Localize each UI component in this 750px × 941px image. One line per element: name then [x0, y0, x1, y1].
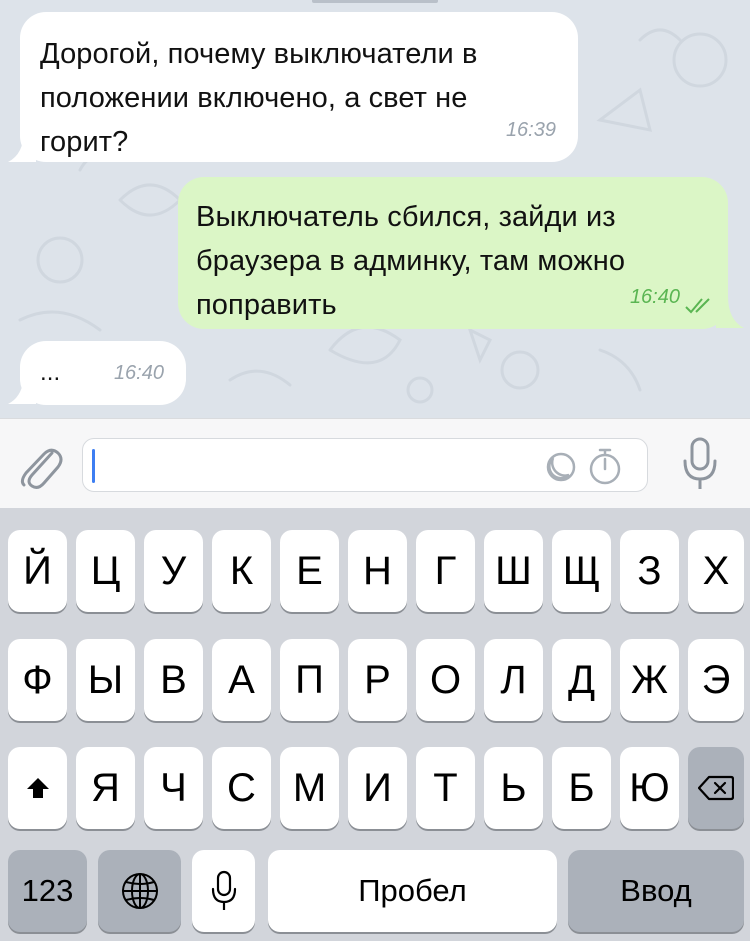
bubble-tail [716, 296, 744, 328]
shift-key[interactable] [8, 747, 67, 829]
message-incoming[interactable]: Дорогой, почему выключатели в положении … [20, 12, 578, 162]
key[interactable]: С [212, 747, 271, 829]
stopwatch-icon[interactable] [588, 447, 622, 485]
key[interactable]: И [348, 747, 407, 829]
dictation-key[interactable] [192, 850, 255, 932]
microphone-icon [211, 870, 236, 910]
key[interactable]: Н [348, 530, 407, 612]
backspace-icon [698, 775, 734, 801]
message-outgoing[interactable]: Выключатель сбился, зайди из браузера в … [178, 177, 728, 329]
key[interactable]: Й [8, 530, 67, 612]
key[interactable]: Ы [76, 639, 135, 721]
bubble-tail [8, 130, 36, 162]
text-caret [92, 449, 95, 483]
key[interactable]: П [280, 639, 339, 721]
chat-area[interactable]: Дорогой, почему выключатели в положении … [0, 0, 750, 418]
key[interactable]: Ц [76, 530, 135, 612]
message-time: 16:40 [629, 286, 680, 308]
key[interactable]: Ь [484, 747, 543, 829]
space-key[interactable]: Пробел [268, 850, 557, 932]
bubble-tail [8, 372, 36, 404]
key[interactable]: Б [552, 747, 611, 829]
numbers-key[interactable]: 123 [8, 850, 87, 932]
key[interactable]: А [212, 639, 271, 721]
key[interactable]: Д [552, 639, 611, 721]
microphone-icon[interactable] [682, 435, 718, 493]
key[interactable]: Э [688, 639, 744, 721]
key[interactable]: Ж [620, 639, 679, 721]
read-checkmarks-icon [685, 298, 710, 314]
key[interactable]: В [144, 639, 203, 721]
globe-key[interactable] [98, 850, 181, 932]
shift-arrow-icon [26, 778, 49, 798]
delete-key[interactable] [688, 747, 744, 829]
return-key[interactable]: Ввод [568, 850, 744, 932]
paperclip-icon[interactable] [18, 439, 64, 491]
key[interactable]: Я [76, 747, 135, 829]
message-input[interactable] [101, 447, 525, 485]
key[interactable]: У [144, 530, 203, 612]
key[interactable]: К [212, 530, 271, 612]
message-text: Дорогой, почему выключатели в положении … [40, 38, 478, 158]
keyboard: Й Ц У К Е Н Г Ш Щ З Х Ф Ы В А П Р О Л Д … [0, 508, 750, 941]
key[interactable]: Ч [144, 747, 203, 829]
key[interactable]: Т [416, 747, 475, 829]
globe-icon [121, 873, 158, 909]
key[interactable]: Г [416, 530, 475, 612]
key[interactable]: Е [280, 530, 339, 612]
key[interactable]: О [416, 639, 475, 721]
message-time: 16:39 [505, 119, 556, 141]
key[interactable]: Р [348, 639, 407, 721]
message-input-bar [0, 418, 750, 509]
key[interactable]: М [280, 747, 339, 829]
key[interactable]: Л [484, 639, 543, 721]
key[interactable]: Щ [552, 530, 611, 612]
moon-icon[interactable] [545, 451, 577, 483]
key[interactable]: Х [688, 530, 744, 612]
message-input-field[interactable] [82, 438, 648, 492]
key[interactable]: Ю [620, 747, 679, 829]
message-time: 16:40 [113, 362, 164, 384]
message-incoming[interactable]: ... 16:40 [20, 341, 186, 405]
key[interactable]: З [620, 530, 679, 612]
key[interactable]: Ш [484, 530, 543, 612]
key[interactable]: Ф [8, 639, 67, 721]
status-bar-edge [312, 0, 438, 3]
